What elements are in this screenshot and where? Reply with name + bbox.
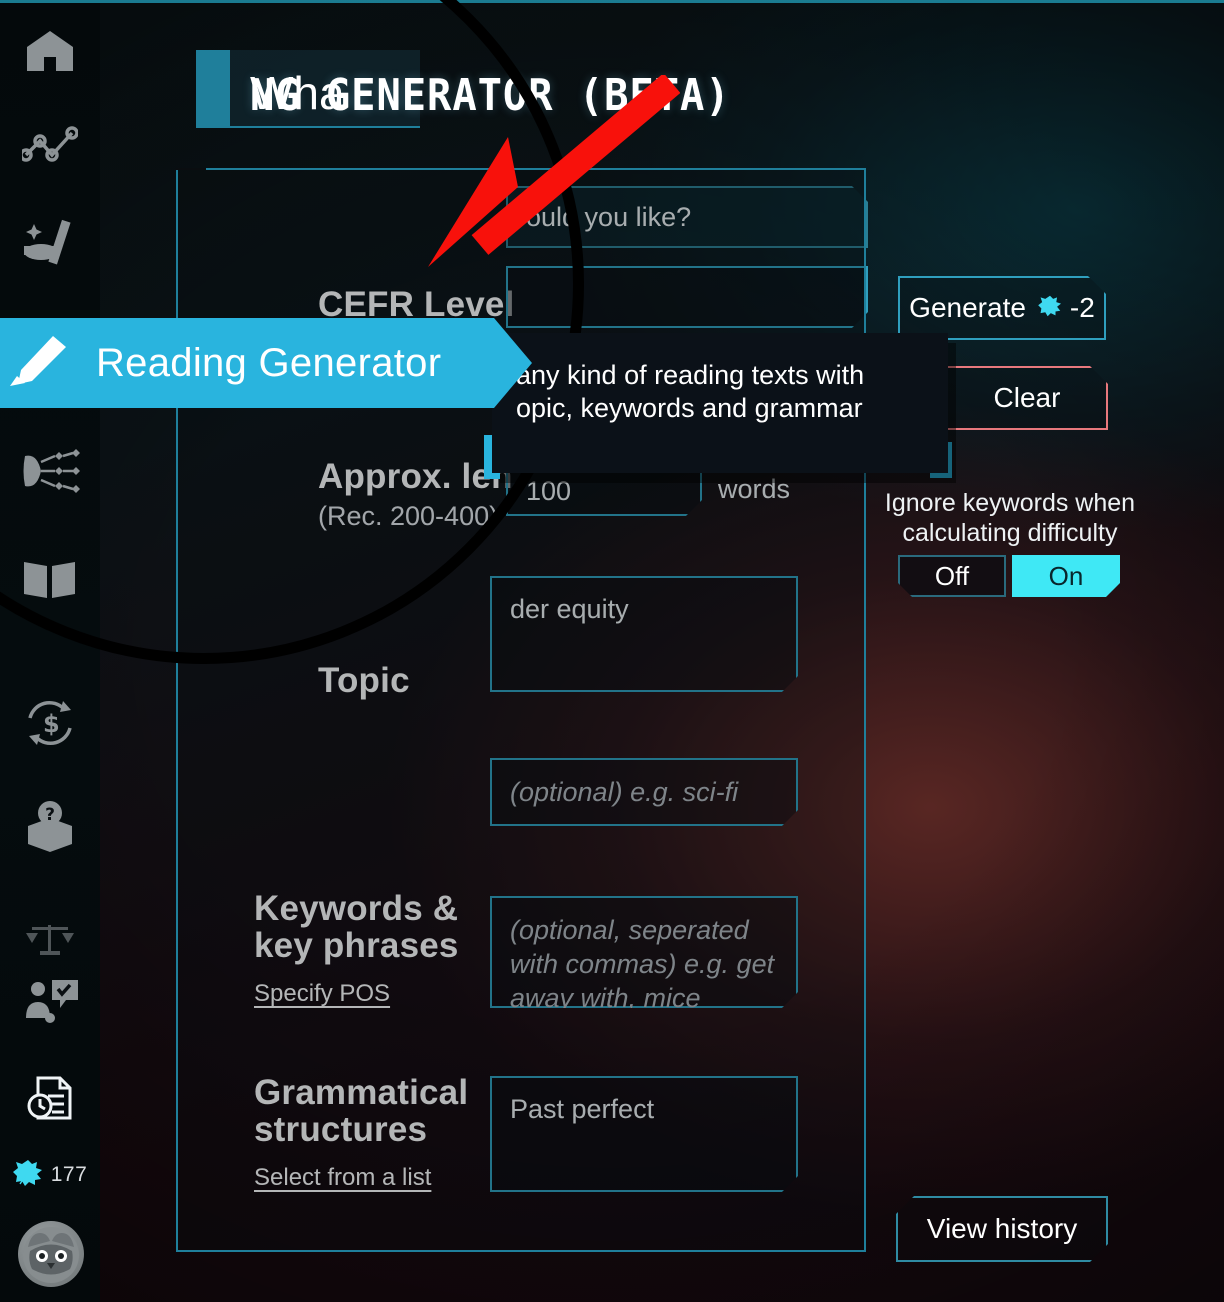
- ignore-keywords-on-toggle[interactable]: On: [1012, 555, 1120, 597]
- sidebar-item-exchange[interactable]: $: [0, 675, 100, 771]
- reading-generator-tooltip: any kind of reading texts with opic, key…: [492, 333, 948, 473]
- tooltip-line-2: opic, keywords and grammar: [516, 392, 863, 423]
- sidebar-item-history[interactable]: [0, 1051, 100, 1147]
- credits-indicator[interactable]: 177: [0, 1155, 100, 1195]
- clear-button[interactable]: Clear: [946, 366, 1108, 430]
- cat-avatar: [23, 1227, 79, 1283]
- title-overlay-fragment: Wha: [250, 67, 345, 119]
- ignore-keywords-note: Ignore keywords when calculating difficu…: [884, 489, 1136, 547]
- top-accent-line: [0, 0, 1224, 3]
- mind-map-icon: [19, 446, 81, 496]
- title-accent-bar: [196, 50, 230, 128]
- panel-notch: [176, 168, 206, 170]
- svg-text:?: ?: [45, 805, 55, 825]
- credits-count: 177: [50, 1163, 88, 1186]
- pencil-icon: [6, 332, 70, 395]
- sidebar-item-feedback[interactable]: [0, 953, 100, 1049]
- home-icon: [23, 27, 77, 75]
- sidebar-item-mind-map[interactable]: [0, 423, 100, 519]
- open-book-icon: [21, 556, 79, 602]
- magic-wand-icon: [21, 216, 79, 270]
- sidebar-item-analytics[interactable]: [0, 99, 100, 195]
- generate-cost: -2: [1069, 292, 1095, 323]
- sidebar-item-library[interactable]: [0, 531, 100, 627]
- generate-button[interactable]: Generate -2: [898, 276, 1106, 340]
- tooltip-line-1: any kind of reading texts with: [516, 360, 865, 390]
- sidebar: $ ? 177: [0, 3, 100, 1302]
- ignore-keywords-off-toggle[interactable]: Off: [898, 555, 1006, 597]
- person-feedback-icon: [20, 976, 80, 1026]
- avatar[interactable]: [18, 1221, 84, 1287]
- view-history-label: View history: [926, 1213, 1078, 1244]
- analytics-chart-icon: [22, 125, 78, 169]
- sidebar-item-magic-tools[interactable]: [0, 195, 100, 291]
- clear-label: Clear: [993, 382, 1061, 413]
- sidebar-item-home[interactable]: [0, 3, 100, 99]
- reading-generator-flyout[interactable]: Reading Generator: [0, 318, 532, 408]
- leaf-credit-icon: [1038, 292, 1062, 324]
- mystery-box-icon: ?: [22, 800, 78, 854]
- generate-label: Generate: [909, 292, 1026, 323]
- currency-exchange-icon: $: [22, 696, 78, 750]
- document-clock-icon: [26, 1074, 74, 1124]
- view-history-button[interactable]: View history: [896, 1196, 1108, 1262]
- leaf-credit-icon: [12, 1159, 43, 1192]
- sidebar-item-mystery-box[interactable]: ?: [0, 779, 100, 875]
- flyout-label: Reading Generator: [96, 340, 442, 385]
- svg-text:$: $: [43, 710, 60, 738]
